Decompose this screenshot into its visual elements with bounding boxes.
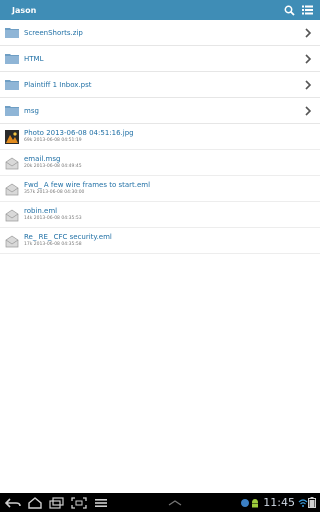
screenshot-button[interactable] bbox=[70, 496, 88, 510]
wifi-icon bbox=[298, 498, 308, 507]
home-icon bbox=[28, 496, 42, 509]
folder-name: ScreenShorts.zip bbox=[24, 28, 83, 37]
email-file-icon bbox=[5, 183, 19, 195]
android-icon bbox=[252, 498, 259, 507]
chevron-right-icon bbox=[305, 53, 312, 64]
folder-icon bbox=[5, 28, 19, 38]
file-name: Fwd_ A few wire frames to start.eml bbox=[24, 181, 151, 189]
system-navigation-bar: 11:45 bbox=[0, 493, 320, 512]
file-meta: 14k 2013-06-08 04:35:53 bbox=[24, 216, 82, 221]
back-button[interactable] bbox=[4, 496, 22, 510]
file-item[interactable]: robin.eml 14k 2013-06-08 04:35:53 bbox=[0, 202, 320, 228]
folder-item[interactable]: ScreenShorts.zip bbox=[0, 20, 320, 46]
file-name: Re_ RE_ CFC security.eml bbox=[24, 233, 112, 241]
menu-button[interactable] bbox=[92, 496, 110, 510]
file-list: ScreenShorts.zip HTML Plaintiff 1 Inbox.… bbox=[0, 20, 320, 254]
chevron-up-icon[interactable] bbox=[168, 499, 182, 506]
recent-apps-button[interactable] bbox=[48, 496, 66, 510]
folder-item[interactable]: Plaintiff 1 Inbox.pst bbox=[0, 72, 320, 98]
folder-name: msg bbox=[24, 106, 39, 115]
chevron-right-icon bbox=[305, 79, 312, 90]
file-item[interactable]: Fwd_ A few wire frames to start.eml 357k… bbox=[0, 176, 320, 202]
folder-title: Jason bbox=[12, 5, 37, 15]
file-meta: 17k 2013-06-08 04:35:58 bbox=[24, 242, 82, 247]
folder-icon bbox=[5, 80, 19, 90]
file-item[interactable]: email.msg 20k 2013-06-08 04:49:45 bbox=[0, 150, 320, 176]
file-name: email.msg bbox=[24, 155, 61, 163]
chevron-right-icon bbox=[305, 27, 312, 38]
file-meta: 69k 2013-06-08 04:51:19 bbox=[24, 138, 82, 143]
list-view-button[interactable] bbox=[300, 3, 314, 17]
home-button[interactable] bbox=[26, 496, 44, 510]
file-item[interactable]: Photo 2013-06-08 04:51:16.jpg 69k 2013-0… bbox=[0, 124, 320, 150]
folder-name: HTML bbox=[24, 54, 44, 63]
email-file-icon bbox=[5, 235, 19, 247]
file-text: Fwd_ A few wire frames to start.eml 357k… bbox=[24, 181, 150, 196]
clock-time: 11:45 bbox=[263, 496, 295, 509]
back-icon bbox=[5, 497, 21, 508]
file-name: Photo 2013-06-08 04:51:16.jpg bbox=[24, 129, 134, 137]
chevron-right-icon bbox=[305, 105, 312, 116]
file-meta: 357k 2013-06-08 04:30:00 bbox=[24, 190, 85, 195]
status-area[interactable]: 11:45 bbox=[240, 496, 316, 509]
menu-icon bbox=[95, 498, 107, 507]
list-view-icon bbox=[301, 5, 313, 15]
file-text: Photo 2013-06-08 04:51:16.jpg 69k 2013-0… bbox=[24, 129, 134, 144]
file-meta: 20k 2013-06-08 04:49:45 bbox=[24, 164, 82, 169]
folder-icon bbox=[5, 54, 19, 64]
file-text: robin.eml 14k 2013-06-08 04:35:53 bbox=[24, 207, 82, 222]
photo-file-icon bbox=[5, 129, 19, 144]
folder-icon bbox=[5, 106, 19, 116]
email-file-icon bbox=[5, 209, 19, 221]
action-bar: Jason bbox=[0, 0, 320, 20]
file-text: Re_ RE_ CFC security.eml 17k 2013-06-08 … bbox=[24, 233, 112, 248]
nav-spacer bbox=[110, 499, 240, 506]
search-button[interactable] bbox=[282, 3, 296, 17]
email-file-icon bbox=[5, 157, 19, 169]
file-text: email.msg 20k 2013-06-08 04:49:45 bbox=[24, 155, 82, 170]
file-item[interactable]: Re_ RE_ CFC security.eml 17k 2013-06-08 … bbox=[0, 228, 320, 254]
file-name: robin.eml bbox=[24, 207, 58, 215]
battery-icon bbox=[308, 497, 316, 508]
folder-name: Plaintiff 1 Inbox.pst bbox=[24, 80, 92, 89]
notification-icon bbox=[241, 498, 250, 507]
folder-item[interactable]: msg bbox=[0, 98, 320, 124]
search-icon bbox=[284, 5, 295, 16]
screenshot-icon bbox=[71, 496, 87, 509]
folder-item[interactable]: HTML bbox=[0, 46, 320, 72]
recent-apps-icon bbox=[49, 496, 64, 509]
